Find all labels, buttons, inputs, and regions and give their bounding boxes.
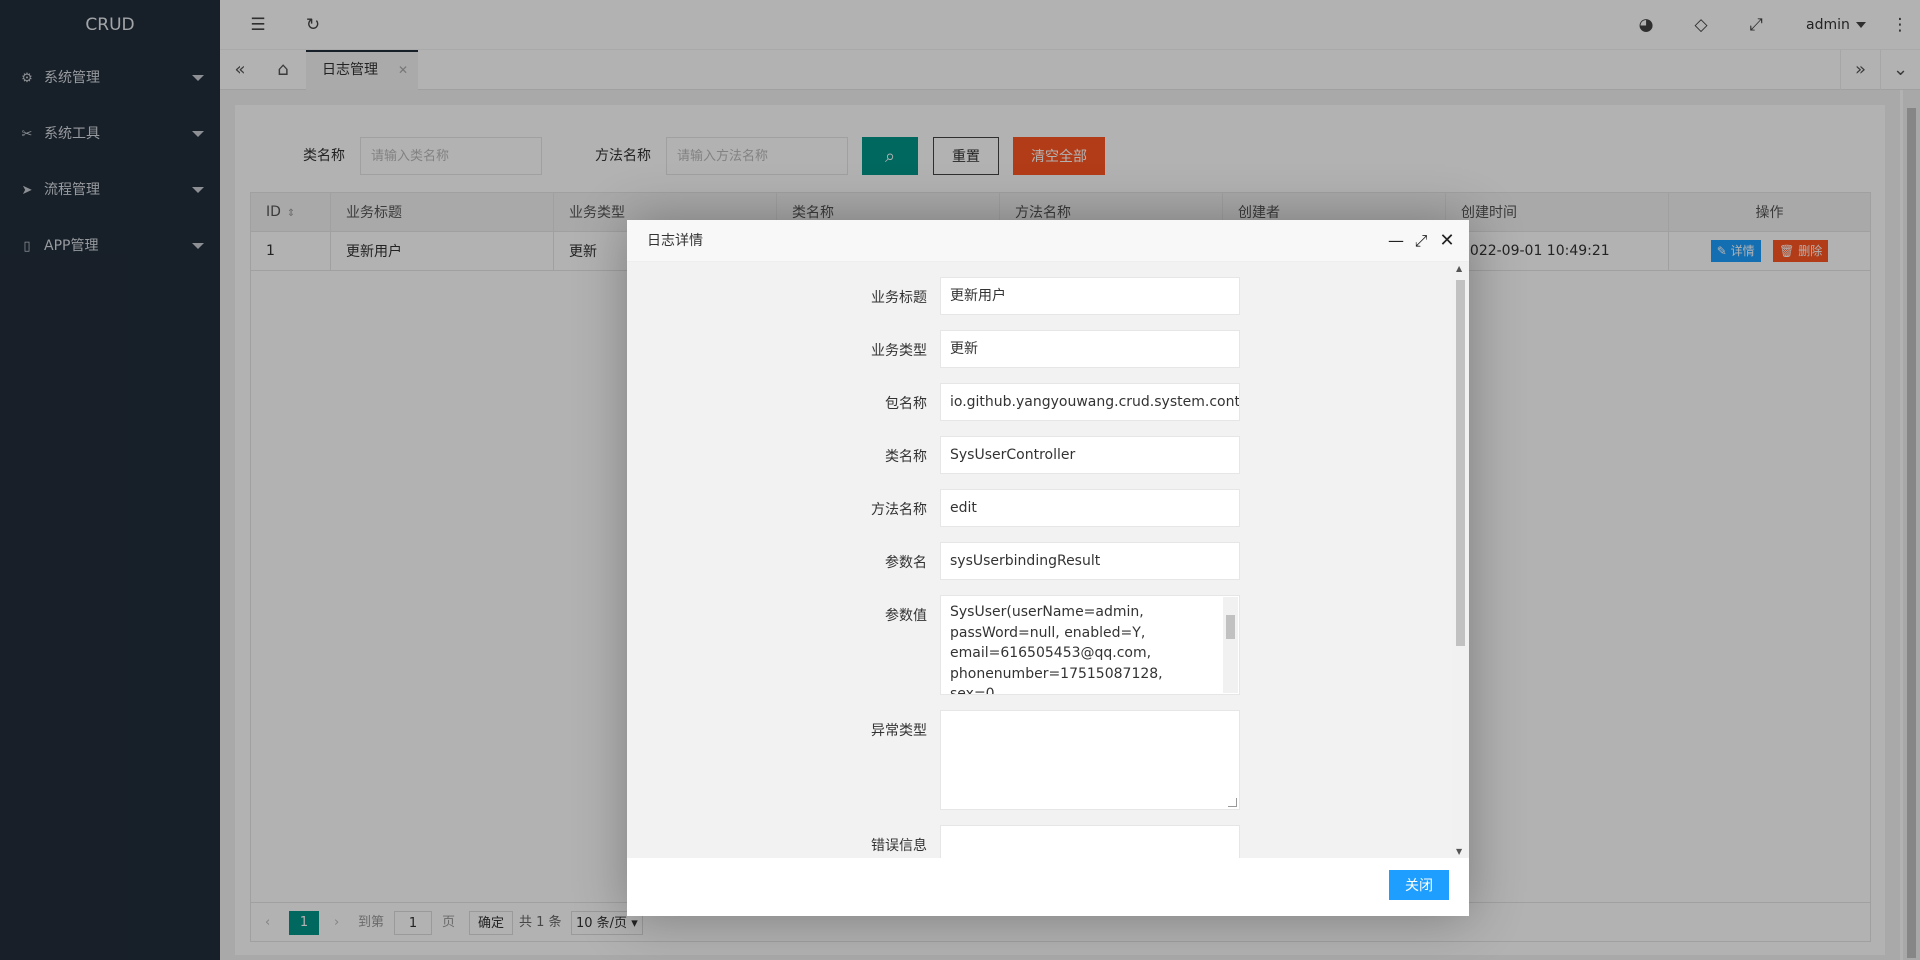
field-label: 参数名 bbox=[885, 555, 927, 571]
close-button[interactable]: 关闭 bbox=[1389, 870, 1449, 900]
minimize-icon[interactable]: — bbox=[1386, 220, 1406, 262]
textarea-scrollbar[interactable] bbox=[1223, 597, 1238, 693]
error-info-textarea[interactable] bbox=[940, 825, 1240, 858]
param-value-textarea[interactable]: SysUser(userName=admin, passWord=null, e… bbox=[940, 595, 1240, 695]
field-label: 类名称 bbox=[885, 449, 927, 465]
business-type-field[interactable]: 更新 bbox=[940, 330, 1240, 368]
field-label: 异常类型 bbox=[871, 723, 927, 739]
param-name-field[interactable]: sysUserbindingResult bbox=[940, 542, 1240, 580]
business-title-field[interactable]: 更新用户 bbox=[940, 277, 1240, 315]
method-name-field[interactable]: edit bbox=[940, 489, 1240, 527]
param-value-text: SysUser(userName=admin, passWord=null, e… bbox=[950, 604, 1163, 695]
scroll-down-icon[interactable]: ▼ bbox=[1456, 847, 1462, 856]
field-label: 错误信息 bbox=[871, 838, 927, 854]
maximize-icon[interactable]: ⤢ bbox=[1411, 220, 1431, 262]
class-name-field[interactable]: SysUserController bbox=[940, 436, 1240, 474]
log-detail-dialog: 日志详情 — ⤢ ✕ 业务标题 更新用户 业务类型 更新 包名称 io.gith… bbox=[627, 220, 1469, 916]
scroll-up-icon[interactable]: ▲ bbox=[1456, 264, 1462, 273]
field-label: 业务标题 bbox=[871, 290, 927, 306]
field-label: 包名称 bbox=[885, 396, 927, 412]
dialog-title: 日志详情 bbox=[647, 233, 703, 249]
package-name-field[interactable]: io.github.yangyouwang.crud.system.contro… bbox=[940, 383, 1240, 421]
dialog-footer: 关闭 bbox=[627, 858, 1469, 916]
field-label: 业务类型 bbox=[871, 343, 927, 359]
field-label: 参数值 bbox=[885, 608, 927, 624]
dialog-header: 日志详情 — ⤢ ✕ bbox=[627, 220, 1469, 262]
field-label: 方法名称 bbox=[871, 502, 927, 518]
close-icon[interactable]: ✕ bbox=[1437, 220, 1457, 262]
dialog-body: 业务标题 更新用户 业务类型 更新 包名称 io.github.yangyouw… bbox=[627, 262, 1469, 858]
exception-type-textarea[interactable] bbox=[940, 710, 1240, 810]
dialog-scrollbar[interactable]: ▲ ▼ bbox=[1452, 262, 1469, 858]
resize-handle[interactable] bbox=[1228, 798, 1237, 807]
